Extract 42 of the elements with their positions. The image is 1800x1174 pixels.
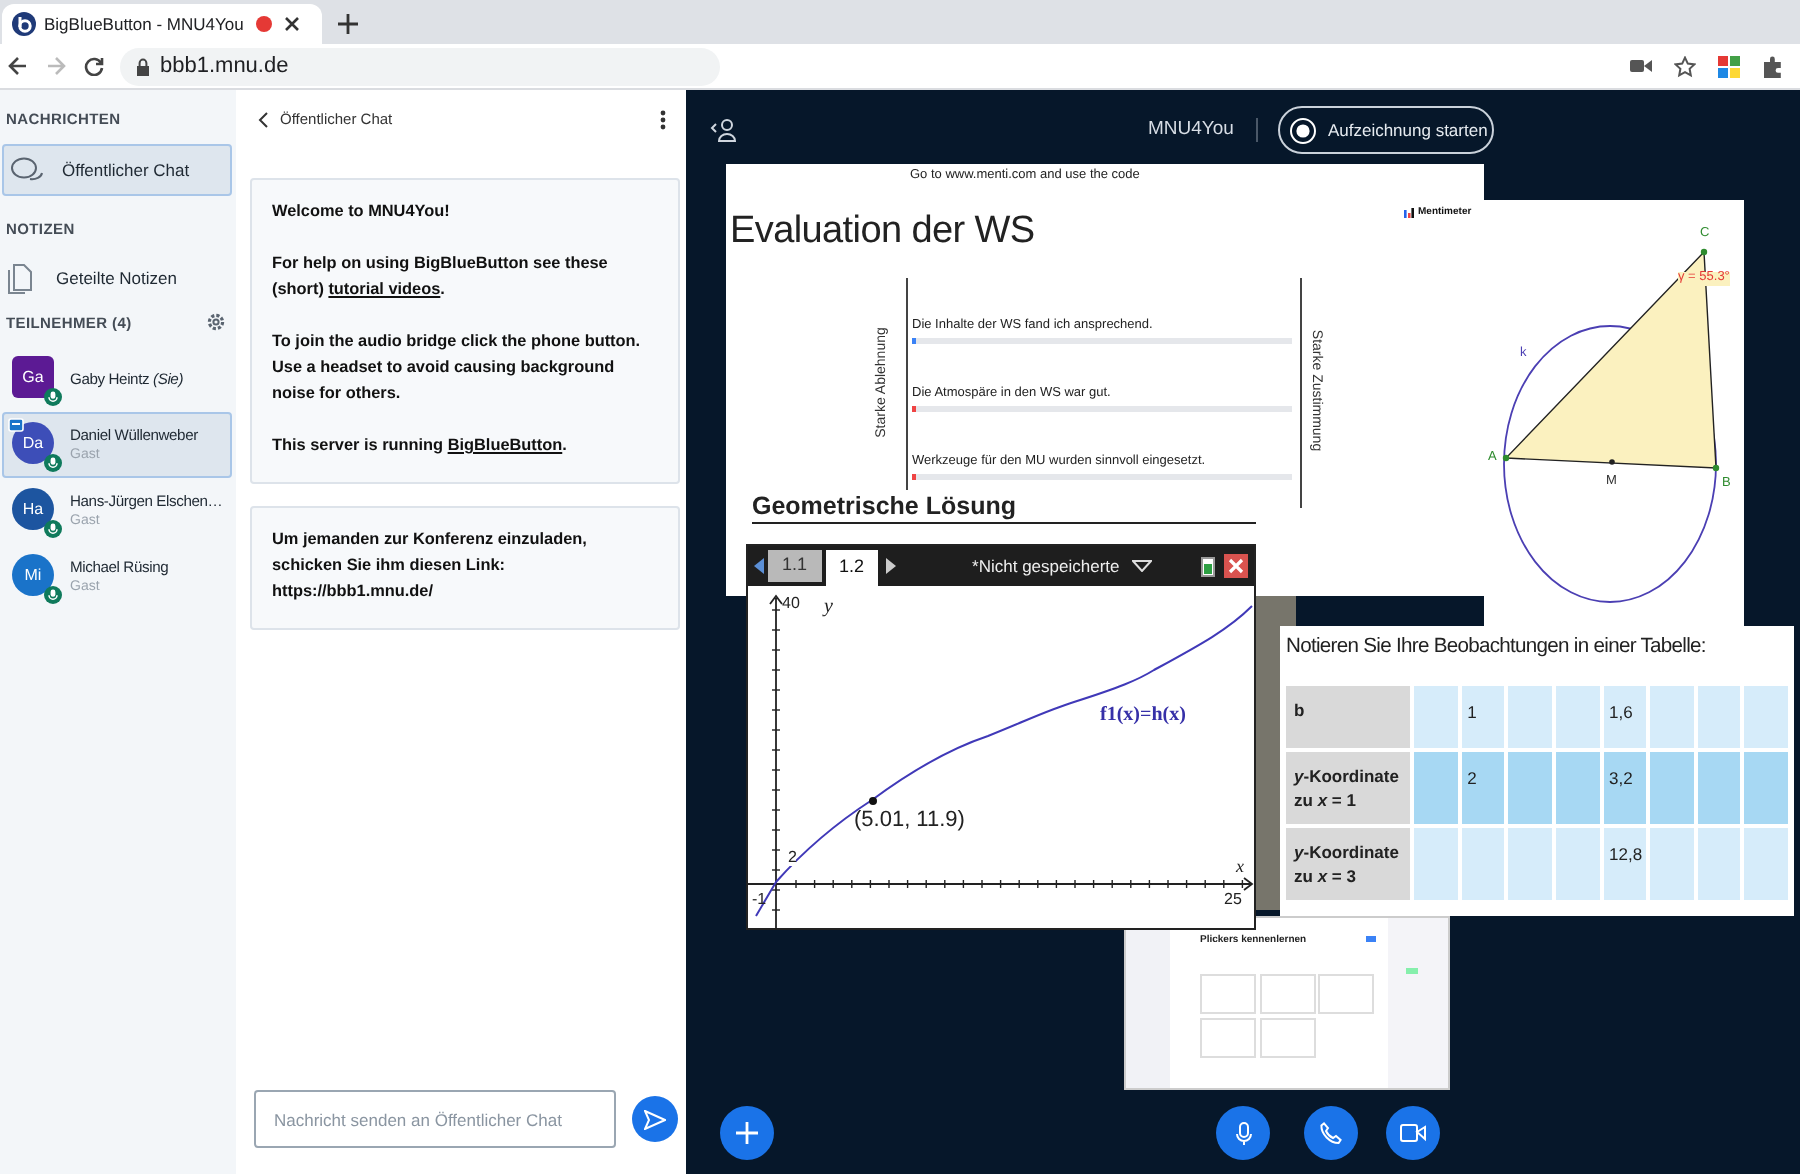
slide-title: Evaluation der WS bbox=[730, 208, 1035, 256]
row-header: y-Koordinate zu x = 3 bbox=[1286, 828, 1410, 901]
axis-label: 2 bbox=[788, 850, 797, 866]
message-input[interactable]: Nachricht senden an Öffentlicher Chat bbox=[254, 1090, 616, 1148]
page-tab[interactable]: 1.1 bbox=[768, 550, 822, 582]
user-avatar: Ga bbox=[12, 356, 54, 399]
record-button[interactable]: Aufzeichnung starten bbox=[1277, 106, 1494, 154]
table-cell: 2 bbox=[1461, 752, 1505, 825]
function-label: f1(x)=h(x) bbox=[1100, 706, 1186, 726]
invite-link[interactable]: https://bbb1.mnu.de/ bbox=[272, 578, 658, 604]
axis-label: 40 bbox=[782, 596, 800, 612]
message-text: For help on using BigBlueButton see these (short) tutorial videos. bbox=[272, 252, 610, 302]
message-link[interactable]: tutorial videos bbox=[328, 280, 441, 298]
row-header: b bbox=[1286, 686, 1410, 749]
axis-label: y bbox=[824, 598, 833, 618]
table-cell: 12,8 bbox=[1603, 828, 1647, 901]
axis-label: -1 bbox=[752, 892, 767, 908]
chat-list-item[interactable]: Öffentlicher Chat bbox=[2, 144, 232, 197]
message-text: Um jemanden zur Konferenz einzuladen, schicken Sie ihm diesen Link: https://bbb1.mnu.de/ bbox=[272, 526, 658, 604]
message-text: Welcome to MNU4You! bbox=[272, 200, 452, 224]
browser-tab[interactable]: BigBlueButton - MNU4You bbox=[2, 4, 322, 44]
message-text: To join the audio bridge click the phone button. Use a headset to avoid causing background noise for others. bbox=[272, 330, 643, 406]
user-avatar: Ha bbox=[12, 488, 54, 531]
document-title: *Nicht gespeicherte bbox=[972, 553, 1120, 579]
url-text: bbb1.mnu.de bbox=[160, 51, 289, 82]
table-title: Notieren Sie Ihre Beobachtungen in einer Tabelle: bbox=[1286, 634, 1708, 662]
address-bar[interactable]: bbb1.mnu.de bbox=[120, 47, 720, 85]
axis-label: 25 bbox=[1224, 892, 1242, 908]
notes-list-item[interactable]: Geteilte Notizen bbox=[0, 257, 236, 301]
page-tab[interactable]: 1.2 bbox=[825, 550, 879, 586]
message-text: This server is running BigBlueButton. bbox=[272, 434, 569, 458]
tab-title: BigBlueButton - MNU4You bbox=[44, 11, 244, 37]
meeting-title: MNU4You bbox=[1148, 115, 1234, 144]
worksheet-heading: Geometrische Lösung bbox=[752, 490, 1016, 524]
axis-label: x bbox=[1236, 858, 1244, 876]
table-cell: 1 bbox=[1461, 686, 1505, 749]
table-cell: 1,6 bbox=[1603, 686, 1647, 749]
point-label: (5.01, 11.9) bbox=[854, 810, 965, 832]
row-header: y-Koordinate zu x = 1 bbox=[1286, 752, 1410, 825]
user-avatar: Mi bbox=[12, 554, 54, 597]
message-link[interactable]: BigBlueButton bbox=[447, 436, 563, 454]
table-cell: 3,2 bbox=[1603, 752, 1647, 825]
